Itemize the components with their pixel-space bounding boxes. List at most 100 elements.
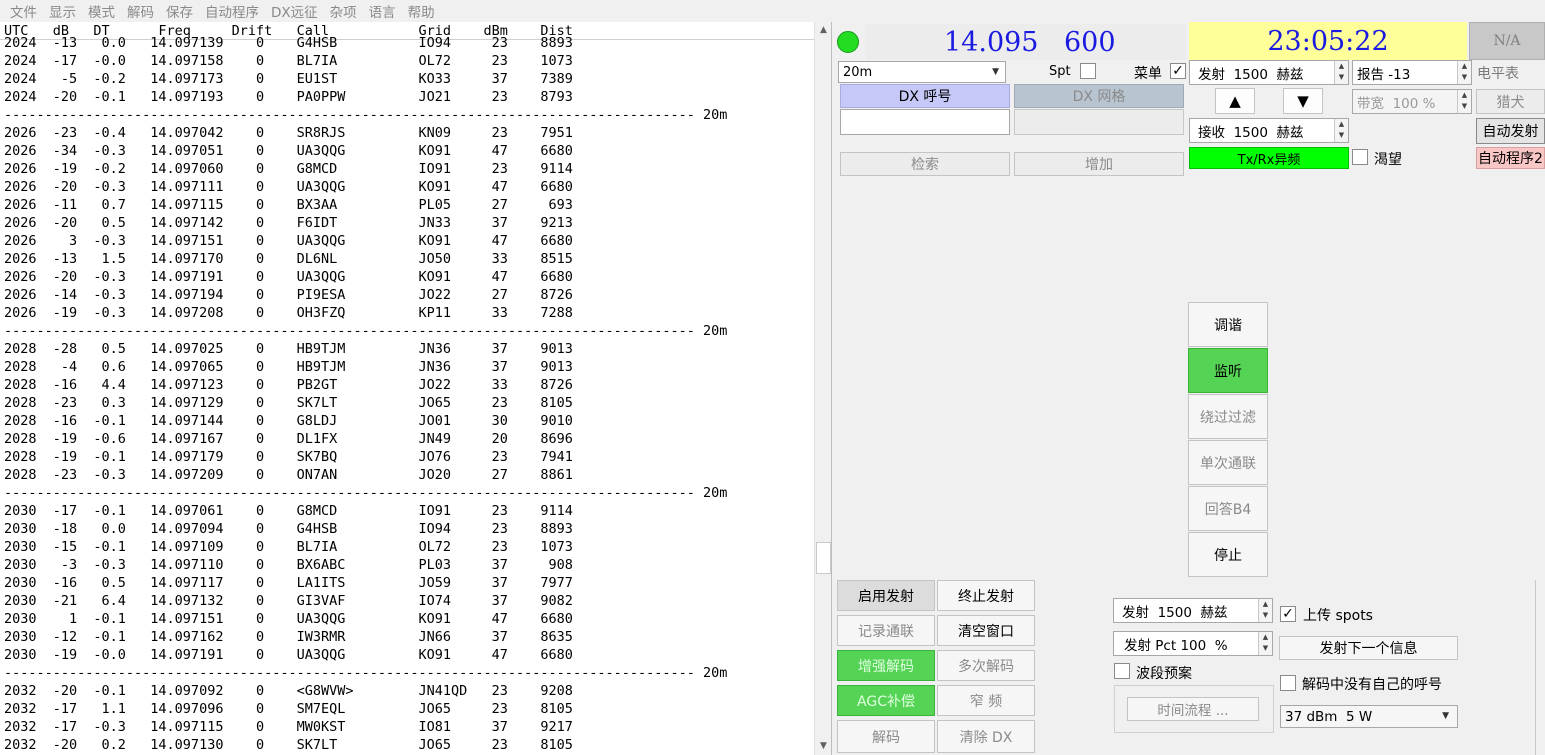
menu-item[interactable]: 自动程序 xyxy=(199,1,265,21)
decode-row[interactable]: 2032 -20 -0.1 14.097092 0 <G8WVW> JN41QD… xyxy=(4,682,815,700)
band-plan-label: 波段预案 xyxy=(1136,666,1192,682)
enable-tx-button[interactable]: 启用发射 xyxy=(837,580,935,611)
agc-button[interactable]: AGC补偿 xyxy=(837,685,935,716)
decode-button[interactable]: 解码 xyxy=(837,720,935,753)
decode-row[interactable]: 2028 -4 0.6 14.097065 0 HB9TJM JN36 37 9… xyxy=(4,358,815,376)
decode-row[interactable]: 2032 -17 1.1 14.097096 0 SM7EQL JO65 23 … xyxy=(4,700,815,718)
add-button[interactable]: 增加 xyxy=(1014,152,1184,176)
bandwidth-spinbox[interactable]: 带宽 100 % ▲ ▼ xyxy=(1352,89,1472,114)
menu-item[interactable]: 语言 xyxy=(363,1,402,21)
spt-checkbox[interactable] xyxy=(1080,63,1096,79)
desire-checkbox[interactable] xyxy=(1352,149,1368,165)
decode-row[interactable]: 2030 -18 0.0 14.097094 0 G4HSB IO94 23 8… xyxy=(4,520,815,538)
decode-row[interactable]: 2024 -5 -0.2 14.097173 0 EU1ST KO33 37 7… xyxy=(4,70,815,88)
decode-scrollbar[interactable]: ▲ ▼ xyxy=(814,22,831,755)
bypass-filter-button[interactable]: 绕过过滤 xyxy=(1188,394,1268,439)
hound-button[interactable]: 猎犬 xyxy=(1476,89,1545,114)
log-qso-button[interactable]: 记录通联 xyxy=(837,615,935,646)
scroll-down-icon[interactable]: ▼ xyxy=(815,738,832,755)
freq-down-button[interactable]: ▼ xyxy=(1283,88,1323,114)
stop-button[interactable]: 停止 xyxy=(1188,532,1268,577)
decode-row[interactable]: 2024 -13 0.0 14.097139 0 G4HSB IO94 23 8… xyxy=(4,34,815,52)
clear-dx-button[interactable]: 清除 DX xyxy=(937,720,1035,753)
decode-row[interactable]: 2024 -17 -0.0 14.097158 0 BL7IA OL72 23 … xyxy=(4,52,815,70)
decode-row[interactable]: 2030 -12 -0.1 14.097162 0 IW3RMR JN66 37… xyxy=(4,628,815,646)
menu-checkbox[interactable]: ✓ xyxy=(1170,63,1186,79)
clear-window-button[interactable]: 清空窗口 xyxy=(937,615,1035,646)
tx-pct-spin-icon[interactable]: ▲ ▼ xyxy=(1258,632,1272,655)
schedule-button[interactable]: 时间流程 ... xyxy=(1127,697,1259,721)
decode-row[interactable]: 2026 -14 -0.3 14.097194 0 PI9ESA JO22 27… xyxy=(4,286,815,304)
send-next-button[interactable]: 发射下一个信息 xyxy=(1279,636,1458,660)
split-tx-rx-button[interactable]: Tx/Rx异频 xyxy=(1189,147,1349,169)
menu-item[interactable]: DX远征 xyxy=(265,1,324,21)
decode-row[interactable]: 2026 -20 -0.3 14.097111 0 UA3QQG KO91 47… xyxy=(4,178,815,196)
dx-call-input[interactable] xyxy=(840,109,1010,135)
scroll-up-icon[interactable]: ▲ xyxy=(815,22,832,39)
tx-freq2-spin-icon[interactable]: ▲ ▼ xyxy=(1258,599,1272,622)
decode-row[interactable]: 2026 3 -0.3 14.097151 0 UA3QQG KO91 47 6… xyxy=(4,232,815,250)
answer-b4-button[interactable]: 回答B4 xyxy=(1188,486,1268,531)
tx-pct-spinbox[interactable]: 发射 Pct 100 % ▲ ▼ xyxy=(1113,631,1273,656)
decode-row[interactable]: 2030 -15 -0.1 14.097109 0 BL7IA OL72 23 … xyxy=(4,538,815,556)
decode-row[interactable]: 2028 -16 -0.1 14.097144 0 G8LDJ JO01 30 … xyxy=(4,412,815,430)
decode-row[interactable]: 2028 -23 0.3 14.097129 0 SK7LT JO65 23 8… xyxy=(4,394,815,412)
menu-item[interactable]: 模式 xyxy=(82,1,121,21)
decode-row[interactable]: 2028 -19 -0.6 14.097167 0 DL1FX JN49 20 … xyxy=(4,430,815,448)
upload-spots-checkbox[interactable]: ✓ xyxy=(1280,606,1296,622)
freq-up-button[interactable]: ▲ xyxy=(1215,88,1255,114)
decode-row[interactable]: 2028 -28 0.5 14.097025 0 HB9TJM JN36 37 … xyxy=(4,340,815,358)
decode-row[interactable]: 2030 -21 6.4 14.097132 0 GI3VAF IO74 37 … xyxy=(4,592,815,610)
decode-row[interactable]: 2028 -23 -0.3 14.097209 0 ON7AN JO20 27 … xyxy=(4,466,815,484)
no-own-call-checkbox[interactable] xyxy=(1280,675,1296,691)
rx-frequency-spinbox[interactable]: 接收 1500 赫兹 ▲ ▼ xyxy=(1189,118,1349,143)
decode-row[interactable]: 2024 -20 -0.1 14.097193 0 PA0PPW JO21 23… xyxy=(4,88,815,106)
menu-item[interactable]: 显示 xyxy=(43,1,82,21)
decode-row[interactable]: 2030 1 -0.1 14.097151 0 UA3QQG KO91 47 6… xyxy=(4,610,815,628)
tx-freq-spin-icon[interactable]: ▲ ▼ xyxy=(1334,61,1348,84)
decode-row[interactable]: 2030 -16 0.5 14.097117 0 LA1ITS JO59 37 … xyxy=(4,574,815,592)
report-spinbox[interactable]: 报告 -13 ▲ ▼ xyxy=(1352,60,1472,85)
menu-item[interactable]: 杂项 xyxy=(324,1,363,21)
decode-row[interactable]: 2026 -20 0.5 14.097142 0 F6IDT JN33 37 9… xyxy=(4,214,815,232)
menu-item[interactable]: 保存 xyxy=(160,1,199,21)
decode-row[interactable]: 2026 -11 0.7 14.097115 0 BX3AA PL05 27 6… xyxy=(4,196,815,214)
decode-row[interactable]: 2028 -16 4.4 14.097123 0 PB2GT JO22 33 8… xyxy=(4,376,815,394)
band-select[interactable]: 20m ▼ xyxy=(838,61,1006,83)
bandwidth-spin-icon[interactable]: ▲ ▼ xyxy=(1457,90,1471,113)
decode-list[interactable]: 2024 -13 0.0 14.097139 0 G4HSB IO94 23 8… xyxy=(0,34,815,749)
search-button[interactable]: 检索 xyxy=(840,152,1010,176)
tx-frequency-spinbox[interactable]: 发射 1500 赫兹 ▲ ▼ xyxy=(1189,60,1349,85)
tx-frequency2-spinbox[interactable]: 发射 1500 赫兹 ▲ ▼ xyxy=(1113,598,1273,623)
decode-row[interactable]: 2028 -19 -0.1 14.097179 0 SK7BQ JO76 23 … xyxy=(4,448,815,466)
decode-row[interactable]: 2026 -19 -0.3 14.097208 0 OH3FZQ KP11 33… xyxy=(4,304,815,322)
auto-program-button[interactable]: 自动程序2 xyxy=(1476,147,1545,169)
decode-row[interactable]: 2026 -19 -0.2 14.097060 0 G8MCD IO91 23 … xyxy=(4,160,815,178)
report-spin-icon[interactable]: ▲ ▼ xyxy=(1457,61,1471,84)
dx-grid-input[interactable] xyxy=(1014,109,1184,135)
decode-row[interactable]: 2026 -34 -0.3 14.097051 0 UA3QQG KO91 47… xyxy=(4,142,815,160)
rx-freq-spin-icon[interactable]: ▲ ▼ xyxy=(1334,119,1348,142)
band-plan-checkbox[interactable] xyxy=(1114,663,1130,679)
halt-tx-button[interactable]: 终止发射 xyxy=(937,580,1035,611)
scroll-thumb[interactable] xyxy=(816,542,831,574)
menu-item[interactable]: 帮助 xyxy=(402,1,441,21)
monitor-button[interactable]: 监听 xyxy=(1188,348,1268,393)
single-qso-button[interactable]: 单次通联 xyxy=(1188,440,1268,485)
tune-button[interactable]: 调谐 xyxy=(1188,302,1268,347)
narrow-button[interactable]: 窄 频 xyxy=(937,685,1035,716)
decode-row[interactable]: 2032 -17 -0.3 14.097115 0 MW0KST IO81 37… xyxy=(4,718,815,736)
decode-row[interactable]: 2030 -17 -0.1 14.097061 0 G8MCD IO91 23 … xyxy=(4,502,815,520)
menu-item[interactable]: 解码 xyxy=(121,1,160,21)
enhanced-decode-button[interactable]: 增强解码 xyxy=(837,650,935,681)
auto-tx-button[interactable]: 自动发射 xyxy=(1476,118,1545,144)
menu-item[interactable]: 文件 xyxy=(4,1,43,21)
decode-row[interactable]: 2032 -20 0.2 14.097130 0 SK7LT JO65 23 8… xyxy=(4,736,815,749)
decode-row[interactable]: 2030 -3 -0.3 14.097110 0 BX6ABC PL03 37 … xyxy=(4,556,815,574)
decode-row[interactable]: 2026 -23 -0.4 14.097042 0 SR8RJS KN09 23… xyxy=(4,124,815,142)
power-select[interactable]: 37 dBm 5 W ▼ xyxy=(1280,705,1458,728)
multi-decode-button[interactable]: 多次解码 xyxy=(937,650,1035,681)
decode-row[interactable]: 2026 -13 1.5 14.097170 0 DL6NL JO50 33 8… xyxy=(4,250,815,268)
decode-row[interactable]: 2026 -20 -0.3 14.097191 0 UA3QQG KO91 47… xyxy=(4,268,815,286)
decode-row[interactable]: 2030 -19 -0.0 14.097191 0 UA3QQG KO91 47… xyxy=(4,646,815,664)
